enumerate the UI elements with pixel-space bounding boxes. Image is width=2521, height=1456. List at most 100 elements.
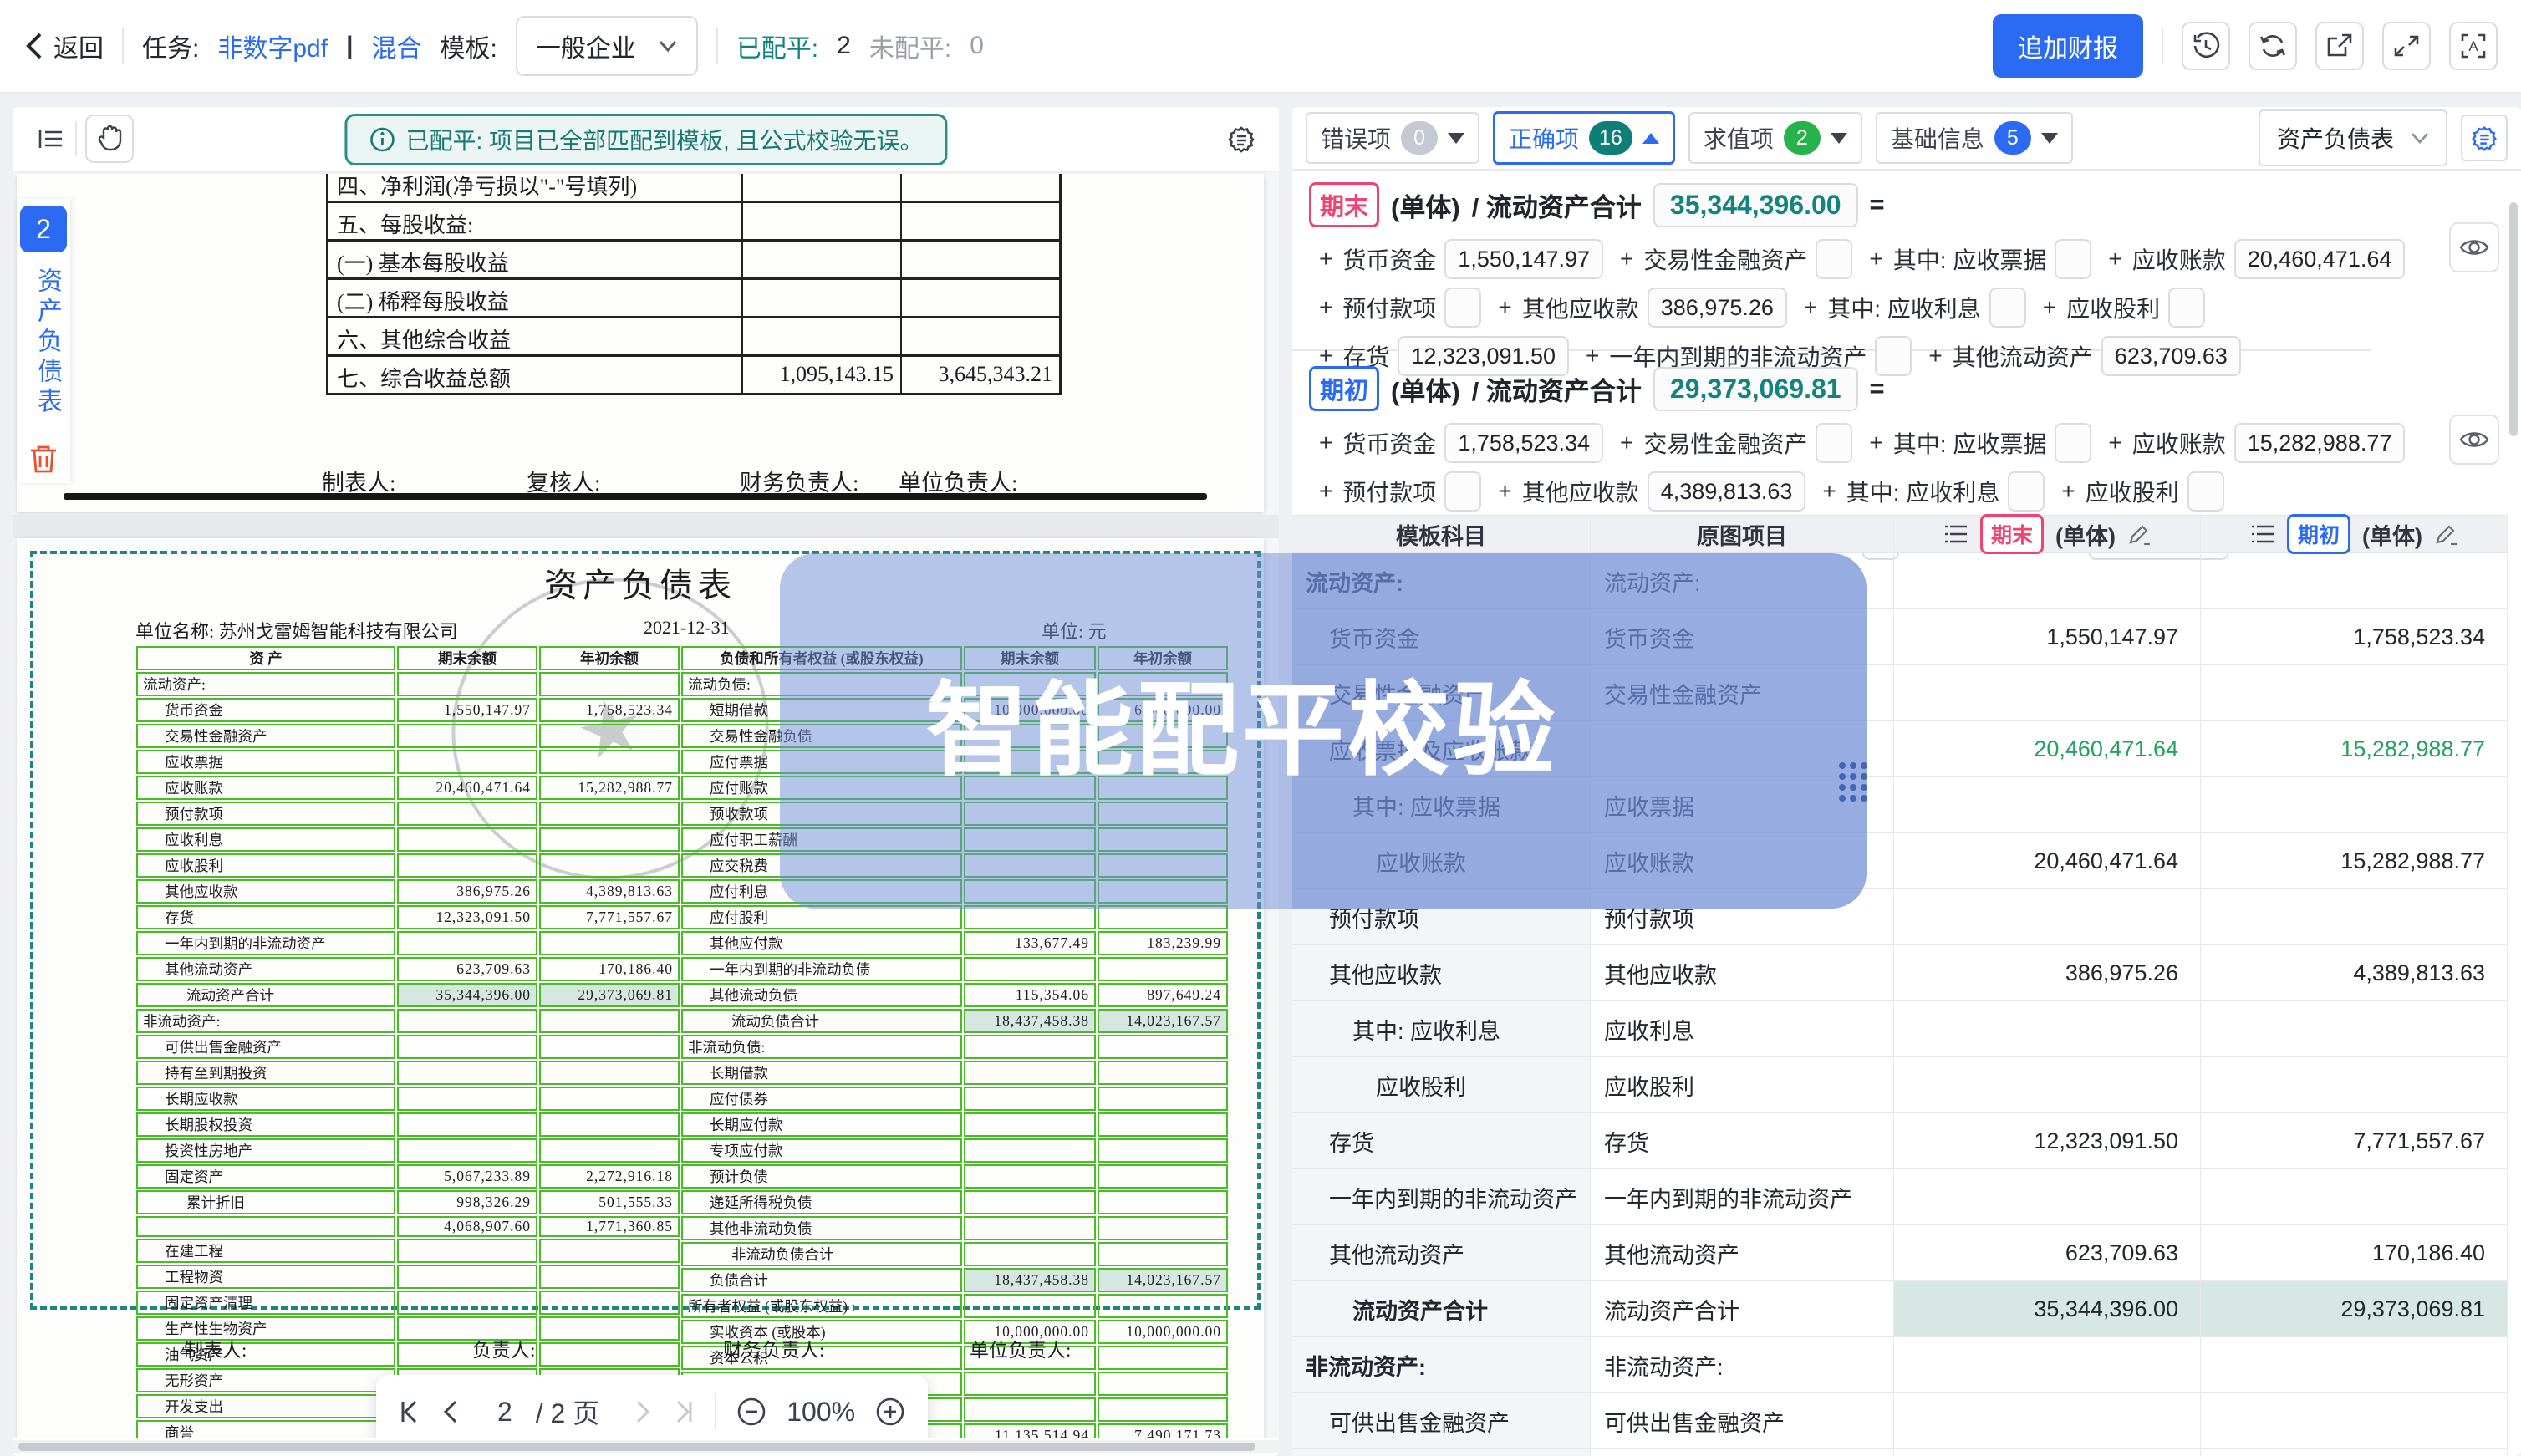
filter-button-2[interactable]: 正确项16 [1493,111,1675,165]
term-value-box[interactable] [1444,471,1481,512]
doc-header-cell: 期末余额 [397,646,537,670]
auto-match-settings-icon[interactable] [1217,115,1266,163]
history-icon[interactable] [2182,22,2230,70]
table-row[interactable]: 非流动资产:非流动资产: [1292,1337,2508,1393]
cell-template-subject: 应收股利 [1292,1057,1591,1112]
term-value-box[interactable] [1816,423,1852,463]
term-value-box[interactable]: 4,389,813.63 [1648,471,1806,512]
zoom-out-icon[interactable] [735,1395,768,1428]
next-page-icon[interactable] [633,1397,653,1426]
back-button[interactable]: 返回 [23,28,104,64]
task-name-link[interactable]: 非数字pdf [217,28,328,64]
term-value-box[interactable] [1444,288,1481,328]
refresh-icon[interactable] [2249,22,2297,70]
table-row[interactable]: 可供出售金融资产可供出售金融资产 [1292,1393,2508,1449]
formula-term: +应收股利 [2033,288,2205,328]
horizontal-scrollbar[interactable] [13,1440,1279,1453]
filter-button-4[interactable]: 基础信息5 [1876,112,2073,164]
term-value-box[interactable] [2055,423,2091,463]
doc-cell-label: 在建工程 [136,1239,395,1263]
doc-table-row: 应收利息 [135,827,680,853]
status-banner-text: 已配平: 项目已全部匹配到模板, 且公式校验无误。 [405,123,923,156]
term-value-box[interactable] [2187,471,2224,512]
begin-period-scope: (单体) [2362,518,2422,551]
doc-cell-end: 18,437,458.38 [964,1268,1096,1292]
doc-cell-begin: 183,239.99 [1098,931,1228,955]
outline-icon[interactable] [27,115,75,163]
term-value-box[interactable] [2168,288,2205,328]
last-page-icon[interactable] [671,1397,696,1426]
task-mode-link[interactable]: 混合 [371,28,421,64]
term-value-box[interactable]: 20,460,471.64 [2234,239,2406,279]
term-value-box[interactable]: 1,758,523.34 [1444,423,1603,463]
sheet-side-tab[interactable]: 2 资产负债表 [17,199,70,483]
cell-end-value [1894,1393,2201,1448]
row-label: 五、每股收益: [328,203,741,239]
row-begin-value: 3,645,343.21 [900,357,1059,393]
doc-cell-begin [539,672,680,696]
add-report-button[interactable]: 追加财报 [1993,14,2143,78]
doc-cell-label [136,1216,395,1237]
doc-cell-begin [539,724,680,748]
vertical-scrollbar[interactable] [2509,94,2519,1456]
visibility-eye-icon[interactable] [2449,222,2499,272]
ocr-icon[interactable]: A [2449,22,2498,70]
doc-cell-begin [1098,905,1228,929]
term-value-box[interactable]: 1,550,147.97 [1444,239,1603,279]
fullscreen-icon[interactable] [2382,22,2431,70]
doc-table-row: 4,068,907.601,771,360.85 [135,1215,680,1238]
term-value-box[interactable]: 15,282,988.77 [2234,423,2406,463]
formula-term: +交易性金融资产 [1610,239,1852,279]
first-page-icon[interactable] [397,1397,422,1426]
sheet-select[interactable]: 资产负债表 [2259,109,2447,166]
doc-cell-label: 长期应收款 [136,1087,395,1111]
zoom-in-icon[interactable] [873,1395,907,1428]
formula-total-value[interactable]: 29,373,069.81 [1653,367,1858,411]
cell-origin-item: 应收利息 [1591,1001,1894,1056]
term-value-box[interactable] [2008,471,2045,512]
doc-cell-begin [539,1087,680,1111]
divider [715,1393,716,1430]
table-row[interactable]: 其他应收款其他应收款386,975.264,389,813.63 [1292,945,2508,1001]
doc-cell-begin: 29,373,069.81 [539,983,680,1007]
term-value-box[interactable] [1816,239,1852,279]
doc-table-row: 工程物资 [135,1264,680,1290]
prev-page-icon[interactable] [441,1397,461,1426]
table-row[interactable]: 其他流动资产其他流动资产623,709.63170,186.40 [1292,1225,2508,1281]
doc-table-row: 递延所得税负债 [680,1189,1229,1215]
formula-total-value[interactable]: 35,344,396.00 [1653,183,1858,227]
table-row[interactable]: 一年内到期的非流动资产一年内到期的非流动资产 [1292,1169,2508,1225]
term-value-box[interactable] [2055,239,2091,279]
scrollbar-thumb[interactable] [2509,202,2518,436]
table-row[interactable]: 其中: 应收利息应收利息 [1292,1001,2508,1057]
edit-pencil-icon[interactable] [2434,522,2457,546]
current-page[interactable]: 2 [497,1397,512,1428]
cell-begin-value [2201,1449,2508,1456]
template-select[interactable]: 一般企业 [516,16,698,76]
doc-table-row: 所有者权益 (或股东权益) : [680,1293,1229,1319]
column-list-icon[interactable] [2250,523,2275,545]
hand-tool-icon[interactable] [85,115,134,163]
edit-pencil-icon[interactable] [2127,522,2151,546]
visibility-eye-icon[interactable] [2449,415,2499,465]
doc-cell-label: 长期借款 [681,1061,962,1085]
scrollbar-thumb[interactable] [18,1443,1255,1451]
column-list-icon[interactable] [1943,523,1968,545]
doc-table-row: 专项应付款 [680,1138,1229,1163]
table-row[interactable]: 持有至到期投资持有至到期投资 [1292,1449,2508,1456]
table-row[interactable]: 存货存货12,323,091.507,771,557.67 [1292,1113,2508,1169]
doc-cell-label: 预付款项 [136,802,395,826]
delete-sheet-icon[interactable] [28,443,59,479]
doc-cell-end [964,1242,1096,1266]
export-icon[interactable] [2315,22,2364,70]
doc-table-row: 流动资产: [135,671,680,697]
signature-label: 单位负责人: [970,1334,1071,1362]
term-value-box[interactable] [1989,288,2026,328]
table-row[interactable]: 应收股利应收股利 [1292,1057,2508,1113]
table-row[interactable]: 流动资产合计流动资产合计35,344,396.0029,373,069.81 [1292,1281,2508,1337]
term-value-box[interactable]: 386,975.26 [1648,288,1787,328]
panel-settings-icon[interactable] [2461,115,2508,161]
filter-button-1[interactable]: 错误项0 [1306,112,1479,164]
overlay-drag-handle[interactable] [1839,762,1867,802]
filter-button-3[interactable]: 求值项2 [1688,112,1862,164]
